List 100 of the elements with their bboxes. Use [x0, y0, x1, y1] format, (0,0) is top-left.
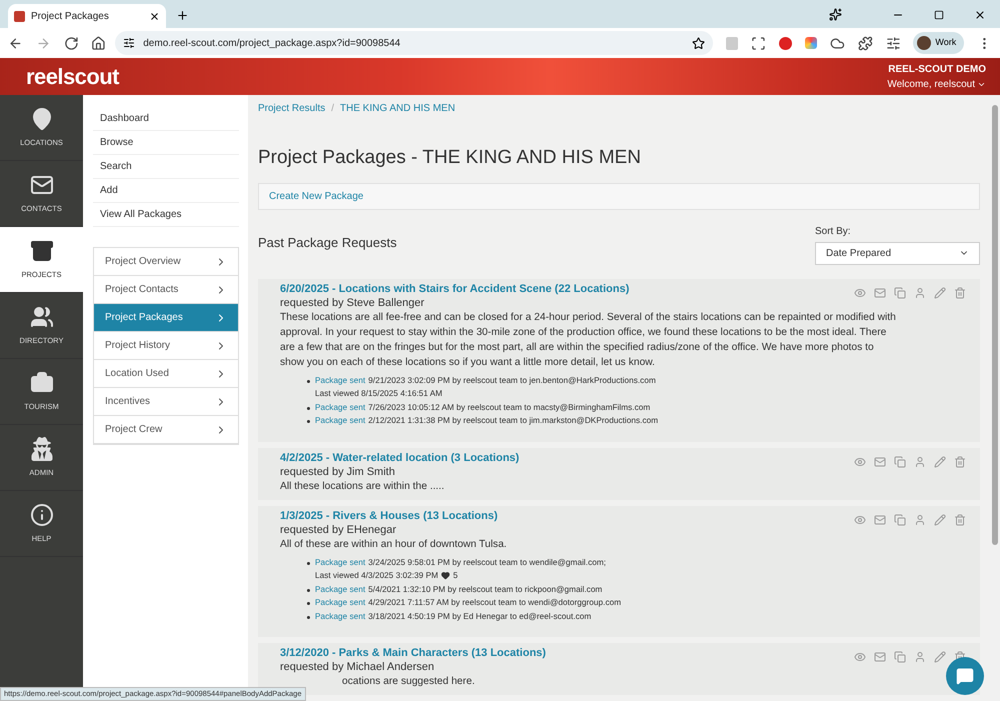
forward-icon[interactable]: [36, 36, 51, 50]
submenu-link[interactable]: Search: [93, 155, 239, 179]
person-icon[interactable]: [914, 286, 926, 298]
info-icon: [30, 502, 54, 527]
send-details: 5/4/2021 1:32:10 PM by reelscout team to rickpoon@gmail.com: [368, 582, 602, 596]
welcome-menu[interactable]: Welcome, reelscout: [887, 76, 986, 92]
project-menu-item[interactable]: Location Used: [94, 360, 238, 388]
breadcrumb-link[interactable]: THE KING AND HIS MEN: [340, 101, 456, 116]
sparkle-icon[interactable]: [829, 8, 842, 21]
trash-icon[interactable]: [954, 286, 966, 298]
new-tab-icon[interactable]: [176, 9, 189, 22]
package-sent-link[interactable]: Package sent: [315, 610, 366, 623]
like-count: 5: [453, 569, 458, 582]
send-details: 3/18/2021 4:50:19 PM by Ed Henegar to ed@reel-scout.com: [368, 610, 592, 623]
suitcase-icon: [30, 370, 54, 395]
envelope-icon[interactable]: [874, 651, 886, 663]
breadcrumb-separator: /: [331, 102, 334, 116]
logo-text: reelscout: [26, 63, 119, 91]
envelope-icon[interactable]: [874, 286, 886, 298]
profile-button[interactable]: Work: [913, 32, 964, 54]
address-field[interactable]: demo.reel-scout.com/project_package.aspx?id=90098544: [115, 31, 713, 55]
eye-icon[interactable]: [854, 456, 866, 468]
person-icon[interactable]: [914, 514, 926, 526]
back-icon[interactable]: [8, 36, 23, 50]
send-details: 2/12/2021 1:31:38 PM by reelscout team to jim.markston@DKProductions.com: [368, 414, 658, 427]
url-text: demo.reel-scout.com/project_package.aspx?id=90098544: [143, 36, 402, 50]
send-details: 4/29/2021 7:11:57 AM by reelscout team to wendi@dotorggroup.com: [368, 596, 621, 609]
copy-icon[interactable]: [894, 651, 906, 663]
cloud-icon[interactable]: [830, 36, 845, 50]
package-title-link[interactable]: 3/12/2020 - Parks & Main Characters (13 Locations): [280, 647, 958, 660]
extensions-puzzle-icon[interactable]: [858, 36, 873, 50]
project-menu-item[interactable]: Project Overview: [94, 248, 238, 276]
avatar-icon: [917, 36, 932, 50]
submenu-link[interactable]: Dashboard: [93, 107, 239, 131]
bullet-icon: [307, 420, 310, 423]
package-title-link[interactable]: 1/3/2025 - Rivers & Houses (13 Locations): [280, 510, 958, 522]
scrollbar[interactable]: [990, 95, 1000, 701]
package-sent-link[interactable]: Package sent: [315, 556, 366, 569]
pencil-icon[interactable]: [934, 514, 946, 526]
package-title-link[interactable]: 6/20/2025 - Locations with Stairs for Accident Scene (22 Locations): [280, 282, 958, 296]
copy-icon[interactable]: [894, 514, 906, 526]
project-menu-item[interactable]: Project Crew: [94, 416, 238, 444]
project-menu-item[interactable]: Project Packages: [94, 304, 238, 332]
sort-dropdown[interactable]: Date Prepared: [815, 242, 980, 264]
archive-box-icon: [30, 238, 54, 263]
send-details: 9/21/2023 3:02:09 PM by reelscout team to jen.benton@HarkProductions.com: [368, 374, 656, 387]
close-icon[interactable]: [149, 10, 160, 22]
package-description: All of these are within an hour of downtown Tulsa.: [280, 538, 508, 552]
pencil-icon[interactable]: [934, 651, 946, 663]
package-sent-link[interactable]: Package sent: [315, 414, 366, 428]
trash-icon[interactable]: [954, 514, 966, 526]
package-sent-link[interactable]: Package sent: [315, 374, 366, 387]
people-icon: [30, 304, 54, 329]
submenu-link[interactable]: Browse: [93, 131, 239, 155]
eye-icon[interactable]: [854, 286, 866, 298]
project-menu-item[interactable]: Project History: [94, 332, 238, 360]
bullet-icon: [307, 406, 310, 410]
package-title-link[interactable]: 4/2/2025 - Water-related location (3 Locations): [280, 452, 958, 464]
pencil-icon[interactable]: [934, 286, 946, 298]
maximize-icon[interactable]: [934, 10, 944, 20]
requested-by-text: requested by Jim Smith: [280, 464, 396, 478]
package-description: These locations are all fee-free and can be closed for a 24-hour period. Several of the stairs locations can be repainted or modified with approval. In your request to stay within the 30-mile zone of the production office, we found these locations to be the most ideal. There are a few that are on the fringes but for the most part, all are within the specified radius/zone of the office. We have more photos to show you on each of these locations so if you want a little more detail, let us know.: [280, 310, 897, 370]
chat-icon: [956, 667, 974, 685]
copy-icon[interactable]: [894, 286, 906, 298]
create-package-link[interactable]: Create New Package: [269, 188, 364, 204]
favicon-icon: [14, 10, 25, 22]
envelope-icon[interactable]: [874, 456, 886, 468]
pencil-icon[interactable]: [934, 456, 946, 468]
spy-icon: [30, 436, 54, 461]
reload-icon[interactable]: [64, 36, 78, 50]
screenshot-icon[interactable]: [751, 36, 766, 50]
package-description: ocations are suggested here.: [341, 675, 476, 689]
bookmark-star-icon[interactable]: [692, 36, 705, 50]
package-sent-link[interactable]: Package sent: [315, 400, 366, 414]
project-menu-item[interactable]: Incentives: [94, 388, 238, 416]
send-details: 7/26/2023 10:05:12 AM by reelscout team to macsty@BirminghamFilms.com: [368, 400, 650, 414]
person-icon[interactable]: [914, 456, 926, 468]
heart-icon: [441, 571, 450, 580]
envelope-icon[interactable]: [874, 514, 886, 526]
requested-by-text: requested by EHenegar: [280, 522, 398, 536]
eye-icon[interactable]: [854, 514, 866, 526]
home-icon[interactable]: [91, 36, 106, 50]
package-sent-link[interactable]: Package sent: [315, 596, 366, 610]
person-icon[interactable]: [914, 651, 926, 663]
eye-icon[interactable]: [854, 651, 866, 663]
submenu-link[interactable]: Add: [93, 179, 239, 203]
package-description: All these locations are within the .....: [280, 480, 446, 494]
browser-tab[interactable]: Project Packages: [8, 4, 166, 28]
bullet-icon: [307, 616, 310, 618]
copy-icon[interactable]: [894, 456, 906, 468]
breadcrumb-link[interactable]: Project Results: [258, 101, 326, 116]
account-name: REEL-SCOUT DEMO: [887, 62, 986, 76]
submenu-link[interactable]: View All Packages: [93, 203, 239, 227]
bullet-icon: [307, 602, 310, 605]
section-heading: Past Package Requests: [258, 234, 397, 252]
tab-title: Project Packages: [31, 10, 110, 24]
package-sent-link[interactable]: Package sent: [315, 582, 366, 596]
last-viewed-text: Last viewed 4/3/2025 3:02:39 PM: [315, 569, 438, 582]
close-window-icon[interactable]: [974, 9, 986, 21]
trash-icon[interactable]: [954, 456, 966, 468]
